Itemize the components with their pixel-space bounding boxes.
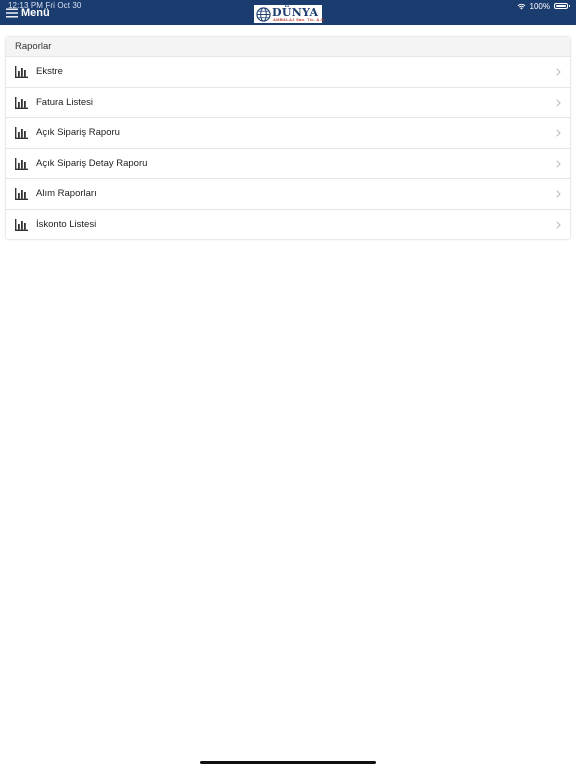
chevron-right-icon	[556, 68, 561, 76]
list-item-acik-siparis-raporu[interactable]: Açık Sipariş Raporu	[6, 118, 570, 149]
list-item-label: Alım Raporları	[36, 188, 97, 200]
list-item-iskonto-listesi[interactable]: İskonto Listesi	[6, 210, 570, 240]
bar-chart-icon	[15, 66, 28, 78]
list-item-label: Açık Sipariş Raporu	[36, 127, 120, 139]
logo-text: DÜNYA	[272, 5, 319, 19]
menu-label: Menü	[21, 7, 50, 19]
chevron-right-icon	[556, 190, 561, 198]
bar-chart-icon	[15, 157, 28, 170]
list-item-label: İskonto Listesi	[36, 218, 97, 230]
bar-chart-icon	[15, 188, 28, 200]
home-indicator[interactable]	[200, 761, 376, 764]
navigation-bar: 12:13 PM Fri Oct 30 100% Menü DÜNYA AMBA…	[0, 0, 576, 25]
chevron-right-icon	[556, 129, 561, 137]
reports-card: Raporlar Ekstre Fatura Listesi Açık Sipa…	[6, 37, 570, 239]
logo-subtext: AMBALAJ San. Tic. A.Ş.	[273, 17, 326, 22]
list-item-label: Fatura Listesi	[36, 96, 94, 108]
bar-chart-icon	[15, 218, 28, 231]
list-item-alim-raporlari[interactable]: Alım Raporları	[6, 179, 570, 210]
globe-icon	[256, 6, 271, 22]
section-header: Raporlar	[6, 37, 570, 57]
list-item-fatura-listesi[interactable]: Fatura Listesi	[6, 88, 570, 118]
status-indicators: 100%	[517, 1, 570, 11]
list-item-label: Açık Sipariş Detay Raporu	[36, 157, 148, 169]
bar-chart-icon	[15, 127, 28, 139]
list-item-ekstre[interactable]: Ekstre	[6, 57, 570, 88]
hamburger-menu-icon	[6, 8, 18, 18]
wifi-icon	[517, 3, 525, 9]
list-item-label: Ekstre	[36, 66, 63, 78]
battery-percentage: 100%	[529, 1, 550, 11]
chevron-right-icon	[556, 220, 561, 229]
menu-button[interactable]: Menü	[6, 7, 50, 19]
chevron-right-icon	[556, 98, 561, 107]
chevron-right-icon	[556, 159, 561, 168]
bar-chart-icon	[15, 96, 28, 109]
list-item-acik-siparis-detay-raporu[interactable]: Açık Sipariş Detay Raporu	[6, 149, 570, 179]
company-logo: DÜNYA AMBALAJ San. Tic. A.Ş.	[254, 5, 326, 23]
battery-icon	[554, 3, 570, 9]
